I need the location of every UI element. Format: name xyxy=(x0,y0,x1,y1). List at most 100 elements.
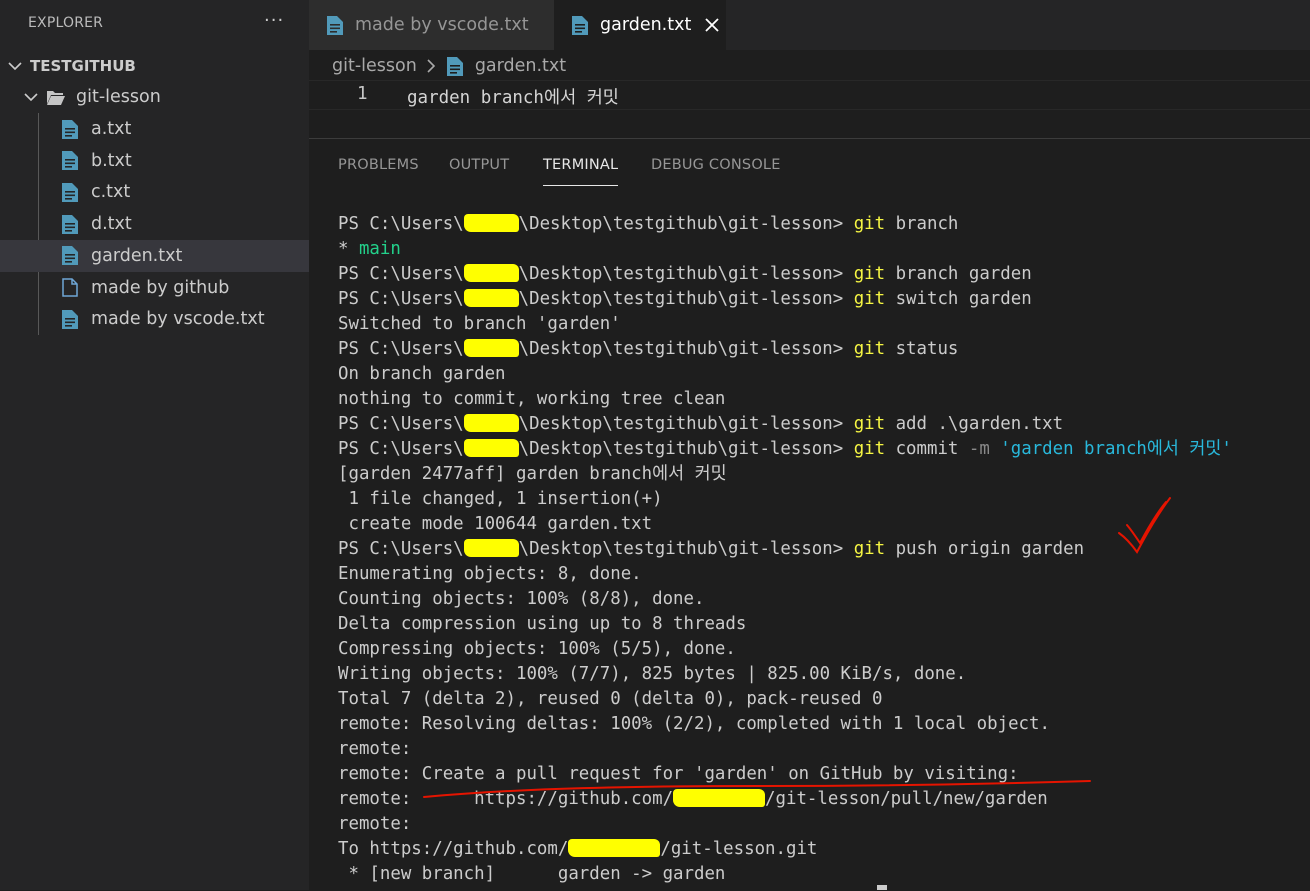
git-command: git xyxy=(853,339,886,359)
text-file-icon xyxy=(62,119,78,139)
tab-terminal[interactable]: TERMINAL xyxy=(543,157,619,186)
url-suffix: /git-lesson.git xyxy=(660,839,818,859)
terminal-line: * main xyxy=(338,237,1308,262)
file-label: made by github xyxy=(91,277,230,298)
terminal-line: To https://github.com/ /git-lesson.git xyxy=(338,837,1308,862)
line-number: 1 xyxy=(357,84,368,104)
command-args: switch garden xyxy=(885,289,1032,309)
folder-label: git-lesson xyxy=(76,87,161,107)
more-actions-icon[interactable]: ··· xyxy=(264,10,284,31)
prompt-prefix: PS C:\Users\ xyxy=(338,414,464,434)
current-branch-marker: * xyxy=(338,239,359,259)
redaction-highlight xyxy=(673,789,766,807)
tab-label: garden.txt xyxy=(600,15,692,35)
file-item[interactable]: a.txt xyxy=(0,113,309,145)
folder-open-icon xyxy=(47,90,65,105)
file-item[interactable]: made by github xyxy=(0,272,309,304)
close-icon[interactable] xyxy=(705,18,719,32)
tab-problems[interactable]: PROBLEMS xyxy=(338,157,419,173)
terminal-line: create mode 100644 garden.txt xyxy=(338,512,1308,537)
terminal-line: Compressing objects: 100% (5/5), done. xyxy=(338,637,1308,662)
output-text: Enumerating objects: 8, done. xyxy=(338,564,642,584)
url-prefix: To https://github.com/ xyxy=(338,839,569,859)
output-text: remote: Resolving deltas: 100% (2/2), co… xyxy=(338,714,1050,734)
file-item[interactable]: d.txt xyxy=(0,208,309,240)
explorer-title: EXPLORER xyxy=(28,15,104,31)
text-file-icon xyxy=(62,214,78,234)
folder-git-lesson[interactable]: git-lesson xyxy=(0,81,309,113)
terminal-line: Enumerating objects: 8, done. xyxy=(338,562,1308,587)
terminal-line: remote: xyxy=(338,812,1308,837)
output-text: Switched to branch 'garden' xyxy=(338,314,621,334)
text-file-icon xyxy=(62,309,78,329)
prompt-suffix: \Desktop\testgithub\git-lesson> xyxy=(518,289,854,309)
tab-garden[interactable]: garden.txt xyxy=(554,0,726,50)
terminal-line: Counting objects: 100% (8/8), done. xyxy=(338,587,1308,612)
output-text: 1 file changed, 1 insertion(+) xyxy=(338,489,663,509)
file-label: made by vscode.txt xyxy=(91,309,265,330)
terminal-line: PS C:\Users\ \Desktop\testgithub\git-less… xyxy=(338,412,1308,437)
tab-label: made by vscode.txt xyxy=(355,15,529,35)
prompt-prefix: PS C:\Users\ xyxy=(338,214,464,234)
redaction-highlight xyxy=(463,539,519,557)
file-label: garden.txt xyxy=(91,245,183,266)
prompt-prefix: PS C:\Users\ xyxy=(338,264,464,284)
editor-line[interactable]: 1 garden branch에서 커밋 xyxy=(309,80,1310,110)
command-args: add .\garden.txt xyxy=(885,414,1064,434)
git-command: git xyxy=(853,264,886,284)
git-command: git xyxy=(853,289,886,309)
command-args: status xyxy=(885,339,959,359)
terminal-line: PS C:\Users\ \Desktop\testgithub\git-less… xyxy=(338,287,1308,312)
terminal-line: Writing objects: 100% (7/7), 825 bytes |… xyxy=(338,662,1308,687)
workspace-root[interactable]: TESTGITHUB xyxy=(0,50,309,82)
terminal-output[interactable]: PS C:\Users\ \Desktop\testgithub\git-less… xyxy=(338,212,1308,887)
prompt-suffix: \Desktop\testgithub\git-lesson> xyxy=(518,439,854,459)
output-text: remote: xyxy=(338,739,412,759)
output-text: Writing objects: 100% (7/7), 825 bytes |… xyxy=(338,664,967,684)
terminal-line: Switched to branch 'garden' xyxy=(338,312,1308,337)
current-branch-name: main xyxy=(358,239,401,259)
output-text: Delta compression using up to 8 threads xyxy=(338,614,747,634)
editor-tab-bar: made by vscode.txt garden.txt xyxy=(309,0,1310,50)
file-item[interactable]: b.txt xyxy=(0,145,309,177)
breadcrumb: git-lesson garden.txt xyxy=(309,50,1310,82)
file-label: d.txt xyxy=(91,214,132,235)
text-file-icon xyxy=(327,15,343,35)
redaction-highlight xyxy=(568,839,661,857)
tab-debug-console[interactable]: DEBUG CONSOLE xyxy=(651,157,781,173)
git-command: git xyxy=(853,539,886,559)
output-text: [garden 2477aff] garden branch에서 커밋 xyxy=(338,464,727,484)
tab-made-by-vscode[interactable]: made by vscode.txt xyxy=(309,0,554,50)
terminal-line: On branch garden xyxy=(338,362,1308,387)
output-text: * [new branch] garden -> garden xyxy=(338,864,726,884)
terminal-line: nothing to commit, working tree clean xyxy=(338,387,1308,412)
breadcrumb-folder[interactable]: git-lesson xyxy=(332,56,417,76)
chevron-down-icon xyxy=(8,62,22,71)
command-args: commit xyxy=(885,439,969,459)
file-item[interactable]: garden.txt xyxy=(0,239,309,272)
blank-file-icon xyxy=(62,278,78,297)
line-text[interactable]: garden branch에서 커밋 xyxy=(407,84,619,109)
file-item[interactable]: c.txt xyxy=(0,176,309,208)
command-string: 'garden branch에서 커밋' xyxy=(989,439,1232,459)
url-suffix: /git-lesson/pull/new/garden xyxy=(765,789,1048,809)
text-file-icon xyxy=(62,182,78,202)
bottom-panel: PROBLEMS OUTPUT TERMINAL DEBUG CONSOLE P… xyxy=(309,138,1310,891)
chevron-right-icon xyxy=(427,59,435,73)
redaction-highlight xyxy=(463,289,519,307)
redaction-highlight xyxy=(463,339,519,357)
text-file-icon xyxy=(572,15,588,35)
terminal-line: Delta compression using up to 8 threads xyxy=(338,612,1308,637)
tab-output[interactable]: OUTPUT xyxy=(449,157,509,173)
file-label: c.txt xyxy=(91,182,131,203)
terminal-line: Total 7 (delta 2), reused 0 (delta 0), p… xyxy=(338,687,1308,712)
command-flag: -m xyxy=(968,439,990,459)
prompt-prefix: PS C:\Users\ xyxy=(338,339,464,359)
terminal-line: [garden 2477aff] garden branch에서 커밋 xyxy=(338,462,1308,487)
redaction-highlight xyxy=(463,439,519,457)
output-text: remote: xyxy=(338,814,412,834)
terminal-line: 1 file changed, 1 insertion(+) xyxy=(338,487,1308,512)
file-item[interactable]: made by vscode.txt xyxy=(0,303,309,335)
terminal-line: PS C:\Users\ \Desktop\testgithub\git-less… xyxy=(338,262,1308,287)
breadcrumb-file[interactable]: garden.txt xyxy=(475,56,566,76)
